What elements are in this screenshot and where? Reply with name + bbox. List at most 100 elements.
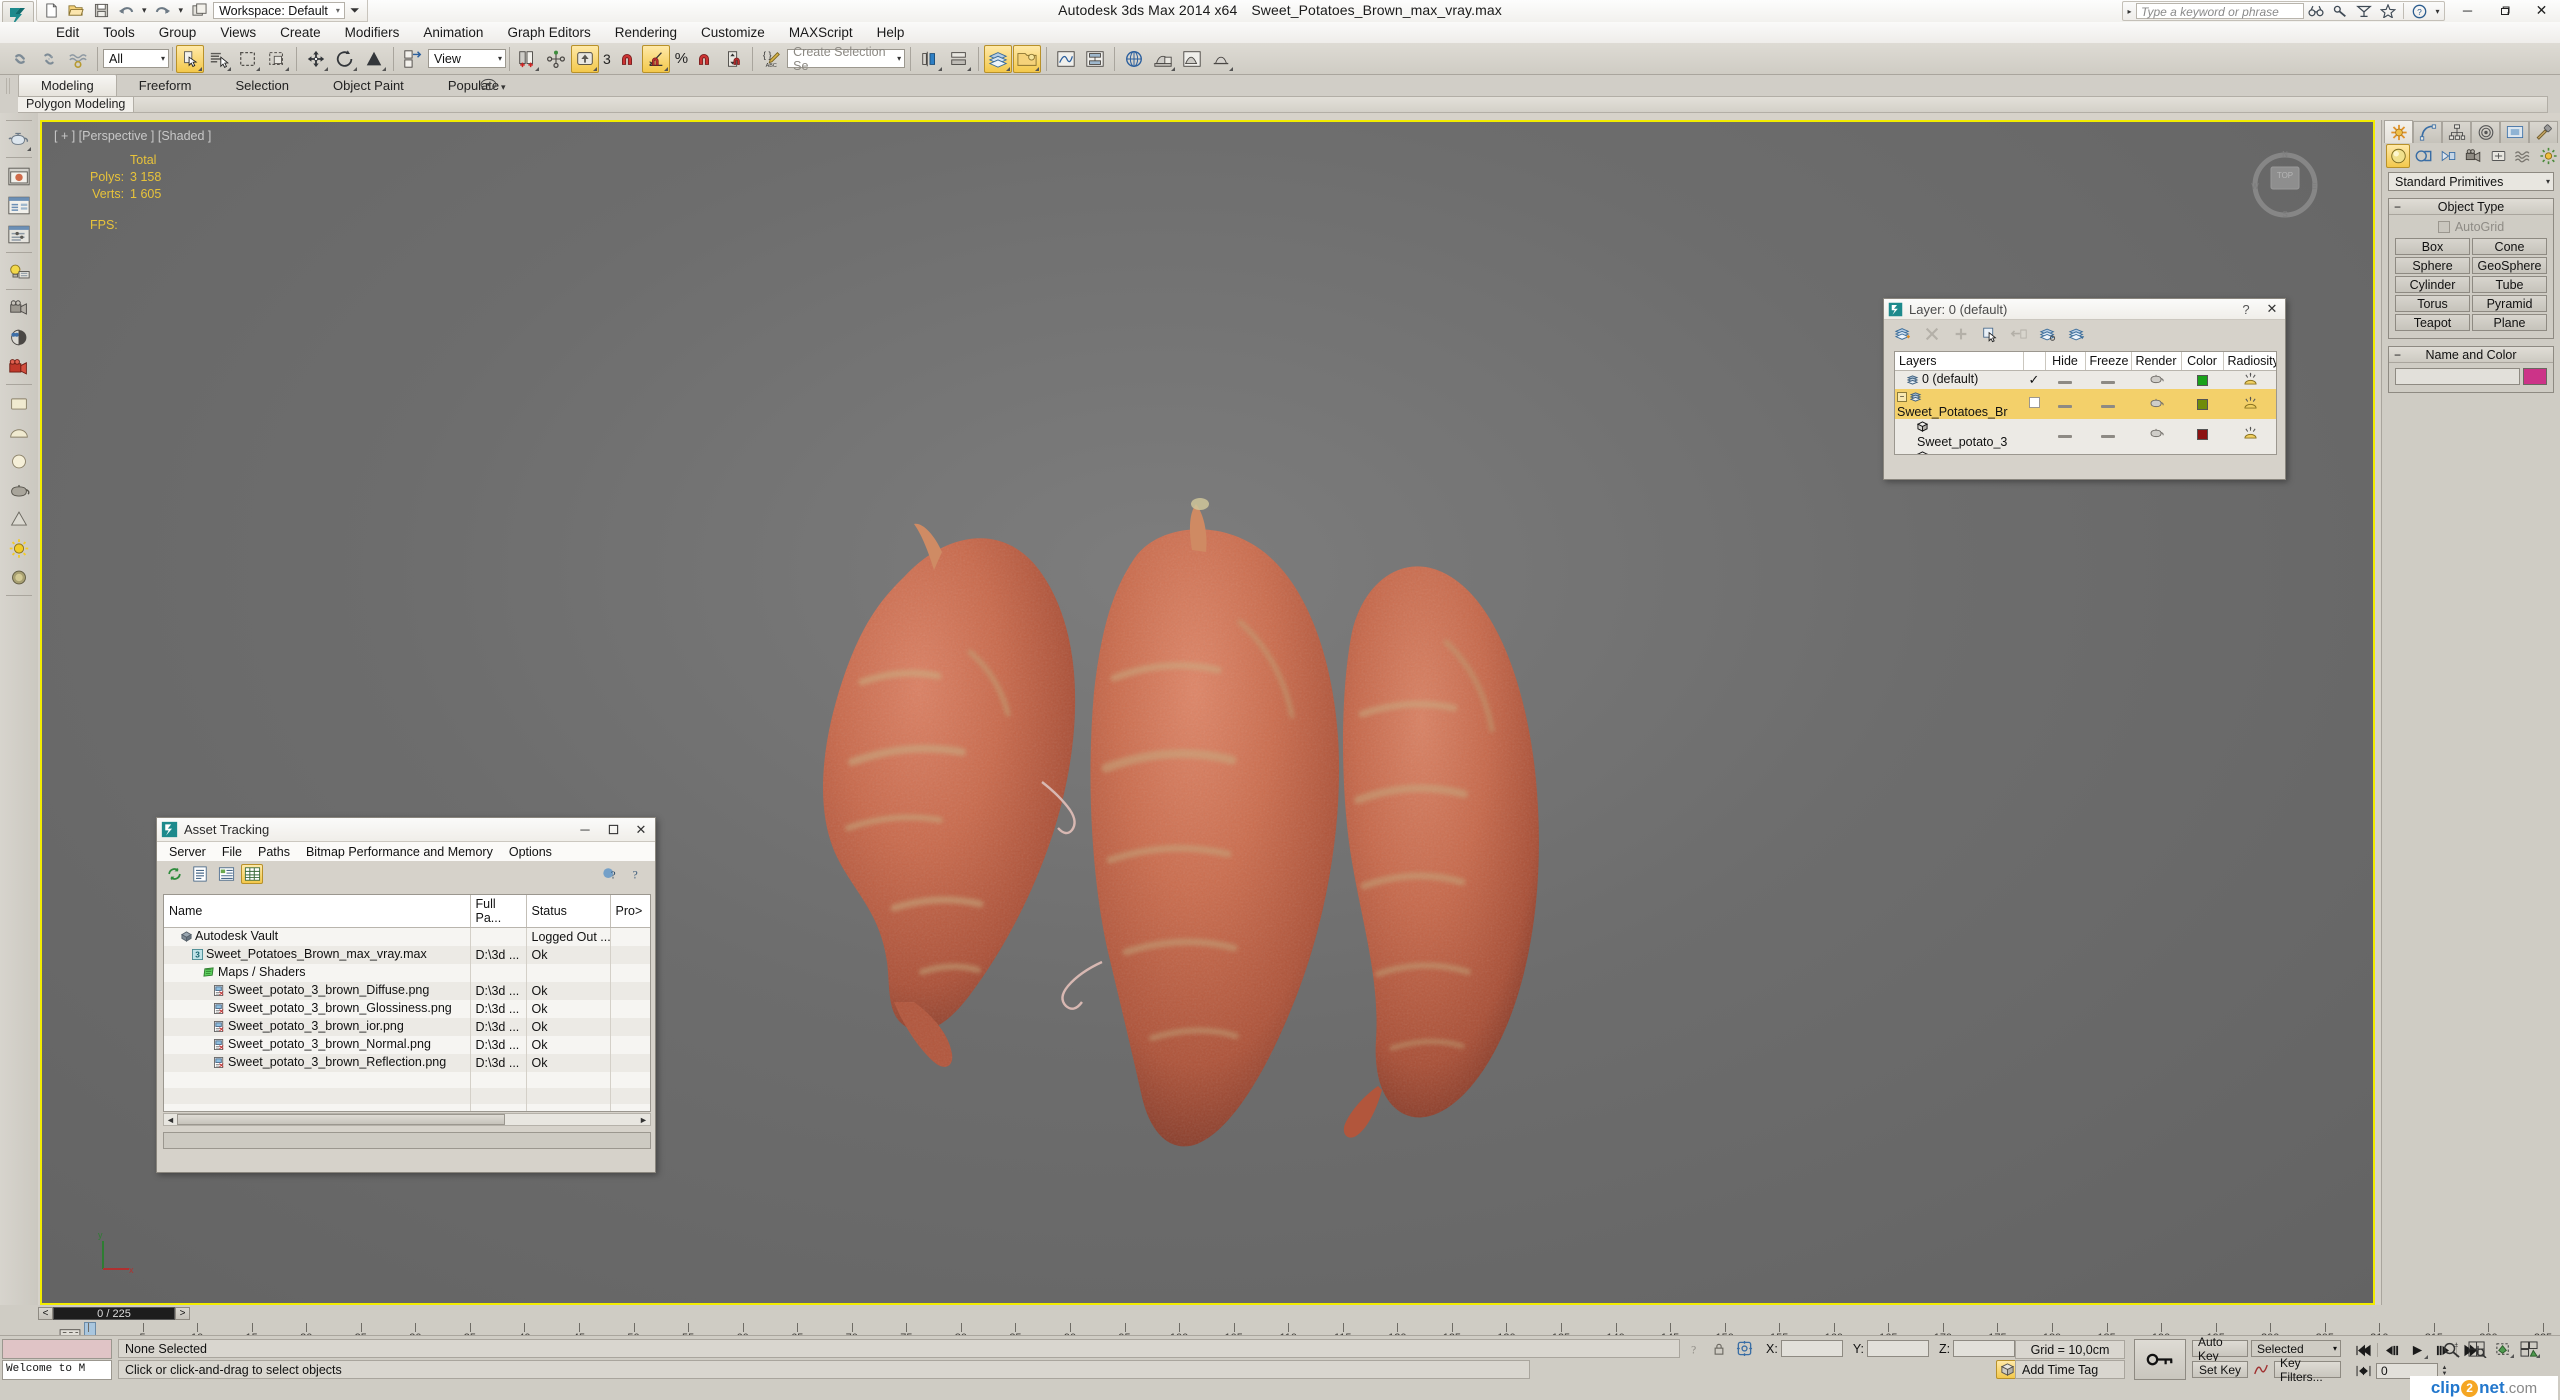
- layer-col-header[interactable]: [2023, 352, 2046, 371]
- schematic-view-icon[interactable]: [1081, 45, 1109, 73]
- asset-tracking-maximize[interactable]: [599, 819, 627, 841]
- asset-tracking-close[interactable]: ✕: [627, 819, 655, 841]
- zoom-extents-all-icon[interactable]: [2518, 1339, 2540, 1359]
- menu-create[interactable]: Create: [268, 23, 333, 42]
- infocenter-expand-caret[interactable]: ▸: [2123, 7, 2136, 16]
- help-vault-icon[interactable]: ?: [599, 864, 621, 884]
- layer-hide-cell[interactable]: [2045, 448, 2085, 454]
- previous-frame-button[interactable]: <: [38, 1307, 53, 1320]
- key-filters-curve-icon[interactable]: [2251, 1361, 2271, 1378]
- camera-match-icon[interactable]: [5, 294, 33, 322]
- teapot-primitive-icon[interactable]: [5, 476, 33, 504]
- layer-current-cell[interactable]: ✓: [2023, 370, 2045, 389]
- layer-col-header[interactable]: Hide: [2045, 352, 2086, 371]
- object-type-torus-button[interactable]: Torus: [2395, 295, 2470, 312]
- asset-col-header[interactable]: Full Pa...: [470, 895, 527, 928]
- layer-radiosity-cell[interactable]: [2223, 418, 2276, 449]
- window-crossing-toggle-icon[interactable]: [263, 45, 291, 73]
- asset-col-header[interactable]: Status: [526, 895, 611, 928]
- select-and-scale-icon[interactable]: [360, 45, 388, 73]
- unlink-selection-icon[interactable]: [35, 45, 63, 73]
- absolute-relative-transform-icon[interactable]: [1734, 1339, 1754, 1358]
- asset-name-cell[interactable]: Sweet_potato_3_brown_ior.png: [164, 1018, 471, 1036]
- layer-hide-cell[interactable]: [2045, 388, 2085, 419]
- select-objects-in-layer-icon[interactable]: [2037, 324, 2059, 344]
- asset-tracking-minimize[interactable]: ─: [571, 819, 599, 841]
- help-icon[interactable]: ?: [627, 864, 649, 884]
- help-icon[interactable]: ?: [2407, 2, 2431, 20]
- asset-tracking-grid[interactable]: Name Full Pa... Status Pro> Autodesk Vault L…: [163, 894, 651, 1112]
- asset-row[interactable]: Sweet_potato_3_brown_Diffuse.png D:\3d ..…: [164, 982, 650, 1000]
- undo-button[interactable]: [115, 1, 137, 20]
- render-to-texture-icon[interactable]: [5, 352, 33, 380]
- previous-frame-icon[interactable]: [2381, 1340, 2403, 1360]
- layer-hide-cell[interactable]: [2045, 418, 2085, 449]
- add-selection-icon[interactable]: [1950, 324, 1972, 344]
- asset-menu-server[interactable]: Server: [161, 844, 214, 860]
- object-type-rollout-header[interactable]: − Object Type: [2389, 199, 2553, 215]
- layer-freeze-cell[interactable]: [2085, 370, 2131, 389]
- layer-col-header[interactable]: Layers: [1895, 352, 2024, 371]
- layer-current-cell[interactable]: [2023, 388, 2045, 419]
- layer-hide-cell[interactable]: [2045, 370, 2085, 389]
- grid-view-icon[interactable]: [241, 864, 263, 884]
- asset-name-cell[interactable]: Sweet_potato_3_brown_Normal.png: [164, 1036, 471, 1054]
- rendered-frame-window-icon[interactable]: [1178, 45, 1206, 73]
- minimize-button[interactable]: ─: [2449, 0, 2486, 21]
- light-lister-icon[interactable]: [5, 257, 33, 285]
- asset-name-cell[interactable]: Maps / Shaders: [164, 964, 471, 982]
- x-coordinate-input[interactable]: [1780, 1340, 1843, 1357]
- named-selection-sets-combo[interactable]: Create Selection Se ▾: [787, 45, 906, 73]
- layer-freeze-cell[interactable]: [2085, 388, 2131, 419]
- key-mode-toggle-button[interactable]: [2134, 1339, 2186, 1380]
- current-layer-checkbox[interactable]: [2028, 396, 2040, 408]
- menu-rendering[interactable]: Rendering: [603, 23, 689, 42]
- layer-col-header[interactable]: Color: [2181, 352, 2224, 371]
- layer-radiosity-cell[interactable]: [2223, 370, 2276, 389]
- set-key-button[interactable]: Set Key: [2192, 1361, 2248, 1378]
- zoom-icon[interactable]: ±: [2440, 1339, 2462, 1359]
- maxscript-mini-listener-input[interactable]: Welcome to M: [2, 1360, 112, 1380]
- object-type-tube-button[interactable]: Tube: [2472, 276, 2547, 293]
- select-by-name-icon[interactable]: [205, 45, 233, 73]
- layer-dialog-help[interactable]: ?: [2233, 299, 2259, 319]
- layer-col-header[interactable]: Radiosity: [2223, 352, 2276, 371]
- use-pivot-point-center-icon[interactable]: [399, 45, 427, 73]
- shapes-icon[interactable]: [2411, 144, 2435, 168]
- menu-tools[interactable]: Tools: [91, 23, 147, 42]
- object-type-pyramid-button[interactable]: Pyramid: [2472, 295, 2547, 312]
- plane-primitive-icon[interactable]: [5, 389, 33, 417]
- layer-freeze-cell[interactable]: [2085, 418, 2131, 449]
- refresh-icon[interactable]: [163, 864, 185, 884]
- select-and-rotate-icon[interactable]: [331, 45, 359, 73]
- asset-row[interactable]: Sweet_potato_3_brown_Glossiness.png D:\3d…: [164, 1000, 650, 1018]
- layer-row[interactable]: 0 (default) ✓: [1895, 370, 2276, 389]
- next-frame-button[interactable]: >: [175, 1307, 190, 1320]
- subcategory-combo[interactable]: Standard Primitives ▾: [2388, 172, 2554, 191]
- render-setup-icon[interactable]: [1149, 45, 1177, 73]
- view-cube[interactable]: TOP N E S W: [2249, 147, 2321, 219]
- parameter-editor-icon[interactable]: [5, 220, 33, 248]
- select-object-icon[interactable]: [176, 44, 204, 73]
- utilities-tab[interactable]: [2529, 121, 2558, 143]
- render-production-icon[interactable]: [1207, 45, 1235, 73]
- y-coordinate-input[interactable]: [1866, 1340, 1929, 1357]
- layer-current-cell[interactable]: [2023, 448, 2045, 454]
- z-coordinate-input[interactable]: [1953, 1340, 2016, 1357]
- name-and-color-rollout-header[interactable]: − Name and Color: [2389, 347, 2553, 363]
- highlight-selected-icon[interactable]: [2008, 324, 2030, 344]
- subscription-icon[interactable]: [2328, 2, 2352, 20]
- geometry-icon[interactable]: [2386, 144, 2410, 168]
- layer-radiosity-cell[interactable]: [2223, 448, 2276, 454]
- reference-coordinate-combo[interactable]: View ▾: [428, 49, 506, 68]
- scene-explorer-icon[interactable]: [1013, 44, 1042, 73]
- layer-name-cell[interactable]: − Sweet_Potatoes_Br: [1895, 388, 2023, 419]
- asset-name-cell[interactable]: Sweet_potato_3_brown_Reflection.png: [164, 1054, 471, 1072]
- project-folder-button[interactable]: [188, 1, 210, 20]
- snap-toggle-2d-icon[interactable]: [613, 45, 641, 73]
- asset-menu-file[interactable]: File: [214, 844, 250, 860]
- communication-center-icon[interactable]: [2352, 2, 2376, 20]
- select-highlighted-icon[interactable]: [1979, 324, 2001, 344]
- layer-col-header[interactable]: Render: [2131, 352, 2182, 371]
- asset-name-cell[interactable]: Sweet_potato_3_brown_Glossiness.png: [164, 1000, 471, 1018]
